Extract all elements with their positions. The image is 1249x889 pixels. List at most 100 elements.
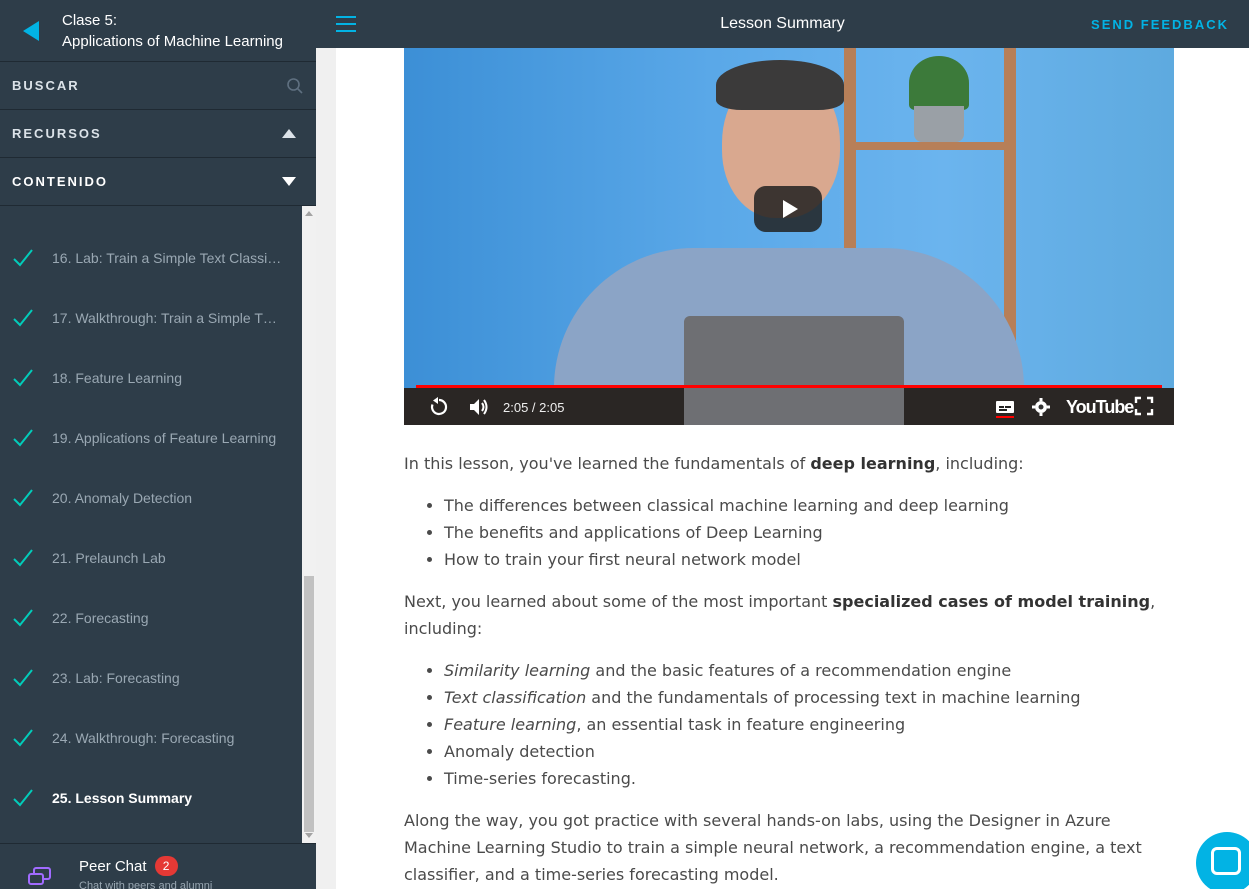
support-chat-button[interactable] (1196, 832, 1249, 889)
concept-label: 25. Lesson Summary (52, 790, 193, 806)
captions-icon[interactable] (994, 396, 1016, 423)
fullscreen-icon[interactable] (1134, 396, 1154, 421)
send-feedback-button[interactable]: SEND FEEDBACK (1091, 17, 1229, 32)
resources-label: RECURSOS (12, 126, 102, 141)
concept-item[interactable]: 22. Forecasting (0, 588, 302, 648)
list-item: Anomaly detection (444, 738, 1174, 765)
concept-item[interactable]: 21. Prelaunch Lab (0, 528, 302, 588)
italic-term: Similarity learning (444, 661, 591, 680)
checkmark-icon (13, 429, 33, 447)
chat-icon (0, 844, 79, 889)
peer-chat-label: Peer Chat (79, 857, 147, 875)
list-item-text: and the fundamentals of processing text … (586, 688, 1081, 707)
main-content: 2:05 / 2:05 YouTube In this lesson, you'… (336, 48, 1249, 889)
concept-list-container: 16. Lab: Train a Simple Text Classi… 17. … (0, 206, 316, 843)
checkmark-icon (13, 489, 33, 507)
search-row[interactable]: BUSCAR (0, 62, 316, 110)
concept-item[interactable]: 20. Anomaly Detection (0, 468, 302, 528)
play-icon (782, 200, 798, 218)
search-icon[interactable] (286, 77, 304, 95)
scroll-thumb[interactable] (304, 576, 314, 832)
settings-gear-icon[interactable] (1030, 396, 1052, 423)
bold-term: deep learning (810, 454, 936, 473)
text-span: , including: (935, 454, 1024, 473)
list-item-text: , an essential task in feature engineeri… (576, 715, 906, 734)
checkmark-icon (13, 309, 33, 327)
checkmark-icon (13, 249, 33, 267)
contents-label: CONTENIDO (12, 174, 108, 189)
plant-pot (914, 106, 964, 142)
sidebar-header: Clase 5: Applications of Machine Learnin… (0, 0, 316, 62)
list-item: Similarity learning and the basic featur… (444, 657, 1174, 684)
list-item: Text classification and the fundamentals… (444, 684, 1174, 711)
scroll-up-icon[interactable] (305, 211, 313, 216)
checkmark-icon (13, 609, 33, 627)
lesson-number: Clase 5: (62, 11, 118, 29)
bold-term: specialized cases of model training (832, 592, 1151, 611)
checkmark-icon (13, 729, 33, 747)
concept-label: 21. Prelaunch Lab (52, 550, 166, 566)
list-item: Feature learning, an essential task in f… (444, 711, 1174, 738)
concept-label: 22. Forecasting (52, 610, 149, 626)
back-button[interactable] (0, 0, 62, 62)
text-span: In this lesson, you've learned the funda… (404, 454, 811, 473)
concept-label: 19. Applications of Feature Learning (52, 430, 277, 446)
concept-label: 20. Anomaly Detection (52, 490, 193, 506)
play-button[interactable] (754, 186, 822, 232)
concept-label: 18. Feature Learning (52, 370, 182, 386)
concept-label: 23. Lab: Forecasting (52, 670, 180, 686)
search-label: BUSCAR (12, 78, 80, 93)
peer-chat[interactable]: Peer Chat 2 Chat with peers and alumni (0, 843, 316, 889)
top-bar: Lesson Summary SEND FEEDBACK (316, 0, 1249, 48)
list-item-text: Anomaly detection (444, 742, 595, 761)
volume-icon[interactable] (468, 396, 490, 423)
list-item-text: and the basic features of a recommendati… (590, 661, 1012, 680)
lesson-title: Applications of Machine Learning (62, 32, 283, 50)
concept-label: 24. Walkthrough: Forecasting (52, 730, 235, 746)
italic-term: Feature learning (444, 715, 577, 734)
concept-item[interactable]: 19. Applications of Feature Learning (0, 408, 302, 468)
checkmark-icon (13, 369, 33, 387)
contents-row[interactable]: CONTENIDO (0, 158, 316, 206)
concept-item[interactable]: 24. Walkthrough: Forecasting (0, 708, 302, 768)
sidebar: Clase 5: Applications of Machine Learnin… (0, 0, 316, 889)
peer-chat-subtitle: Chat with peers and alumni (79, 880, 213, 889)
list-item-text: Time-series forecasting. (444, 769, 636, 788)
concept-label: 17. Walkthrough: Train a Simple T… (52, 310, 277, 326)
concept-item[interactable]: 23. Lab: Forecasting (0, 648, 302, 708)
video-controls: 2:05 / 2:05 YouTube (404, 390, 1174, 425)
italic-term: Text classification (444, 688, 587, 707)
concept-list: 16. Lab: Train a Simple Text Classi… 17. … (0, 228, 302, 828)
sidebar-scrollbar[interactable] (302, 206, 316, 843)
scroll-down-icon[interactable] (305, 833, 313, 838)
caret-up-icon (282, 129, 296, 138)
chat-bubble-icon (1211, 847, 1241, 875)
peer-chat-title: Peer Chat 2 (79, 856, 212, 876)
video-time: 2:05 / 2:05 (503, 400, 565, 415)
video-player[interactable]: 2:05 / 2:05 YouTube (404, 48, 1174, 425)
replay-icon[interactable] (428, 396, 450, 423)
video-progress-bar[interactable] (416, 385, 1162, 388)
deep-learning-list: The differences between classical machin… (444, 492, 1174, 573)
resources-row[interactable]: RECURSOS (0, 110, 316, 158)
notification-badge: 2 (154, 856, 178, 876)
paragraph-labs: Along the way, you got practice with sev… (404, 811, 1142, 884)
list-item: How to train your first neural network m… (444, 546, 1174, 573)
checkmark-icon (13, 669, 33, 687)
concept-item[interactable]: 16. Lab: Train a Simple Text Classi… (0, 228, 302, 288)
shelf-board (844, 142, 1016, 150)
presenter-hair (716, 60, 844, 110)
list-item: The benefits and applications of Deep Le… (444, 519, 1174, 546)
list-item: The differences between classical machin… (444, 492, 1174, 519)
caret-down-icon (282, 177, 296, 186)
concept-item[interactable]: 17. Walkthrough: Train a Simple T… (0, 288, 302, 348)
checkmark-icon (13, 789, 33, 807)
youtube-logo[interactable]: YouTube (1066, 397, 1134, 418)
plant (909, 56, 969, 110)
checkmark-icon (13, 549, 33, 567)
paragraph-next: Next, you learned about some of the most… (404, 588, 1174, 642)
concept-item[interactable]: 25. Lesson Summary (0, 768, 302, 828)
list-item: Time-series forecasting. (444, 765, 1174, 792)
concept-item[interactable]: 18. Feature Learning (0, 348, 302, 408)
back-arrow-icon (23, 20, 39, 41)
